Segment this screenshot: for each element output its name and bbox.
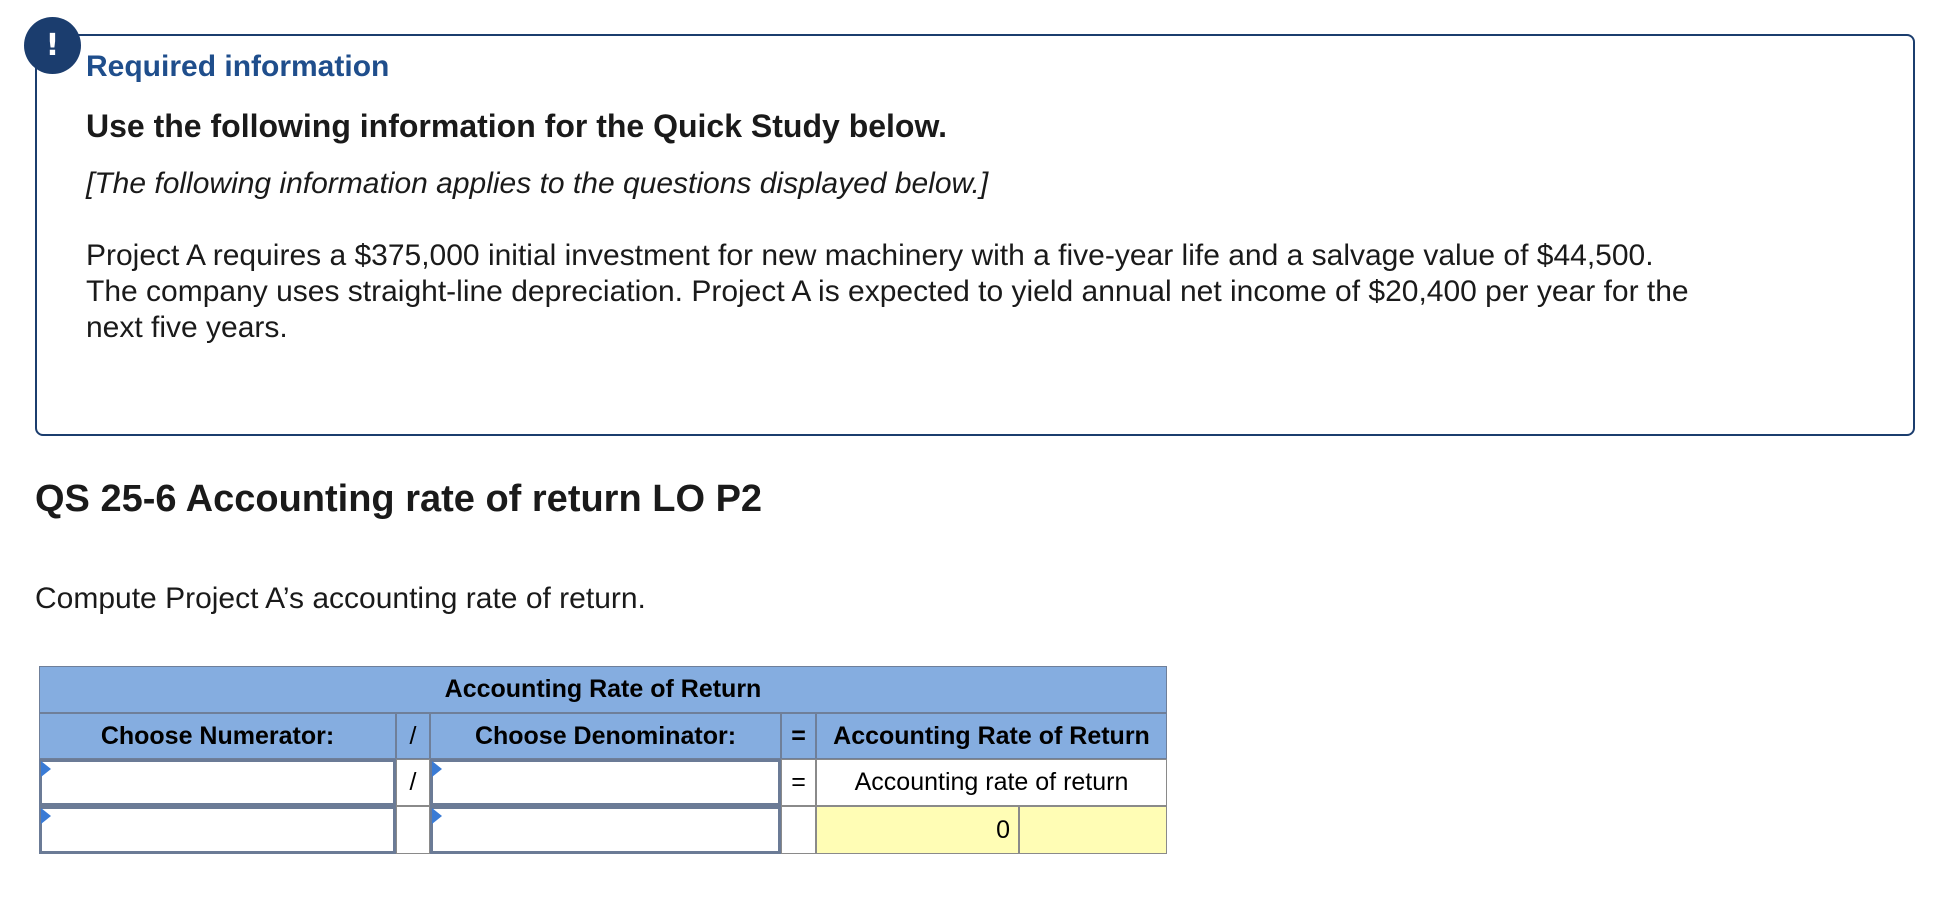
problem-line-3: next five years. [86, 311, 288, 344]
problem-description: Project A requires a $375,000 initial in… [86, 238, 1826, 346]
dropdown-marker-icon [432, 808, 442, 824]
divide-blank-row2 [396, 806, 430, 854]
question-instruction: Compute Project A’s accounting rate of r… [35, 582, 646, 615]
denominator-header: Choose Denominator: [430, 713, 781, 759]
required-information-panel [35, 34, 1915, 436]
use-information-heading: Use the following information for the Qu… [86, 108, 948, 144]
denominator-input-row2[interactable] [430, 806, 781, 854]
dropdown-marker-icon [432, 761, 442, 777]
denominator-select-row1[interactable] [430, 759, 781, 806]
divide-sign-row1: / [396, 759, 430, 806]
problem-line-1: Project A requires a $375,000 initial in… [86, 239, 1654, 272]
accounting-rate-worksheet: Accounting Rate of Return Choose Numerat… [39, 666, 1167, 854]
equals-blank-row2 [781, 806, 816, 854]
numerator-header: Choose Numerator: [39, 713, 396, 759]
dropdown-marker-icon [41, 761, 51, 777]
problem-line-2: The company uses straight-line depreciat… [86, 275, 1689, 308]
worksheet-title: Accounting Rate of Return [39, 666, 1167, 713]
required-information-title: Required information [86, 50, 390, 83]
question-title: QS 25-6 Accounting rate of return LO P2 [35, 478, 763, 520]
dropdown-marker-icon [41, 808, 51, 824]
equals-header: = [781, 713, 816, 759]
numerator-input-row2[interactable] [39, 806, 396, 854]
alert-icon: ! [24, 17, 81, 74]
result-unit-row2 [1019, 806, 1167, 854]
result-header: Accounting Rate of Return [816, 713, 1167, 759]
applies-note: [The following information applies to th… [86, 167, 989, 200]
divide-header: / [396, 713, 430, 759]
result-label-row1: Accounting rate of return [816, 759, 1167, 806]
result-value-row2: 0 [816, 806, 1019, 854]
numerator-select-row1[interactable] [39, 759, 396, 806]
equals-sign-row1: = [781, 759, 816, 806]
